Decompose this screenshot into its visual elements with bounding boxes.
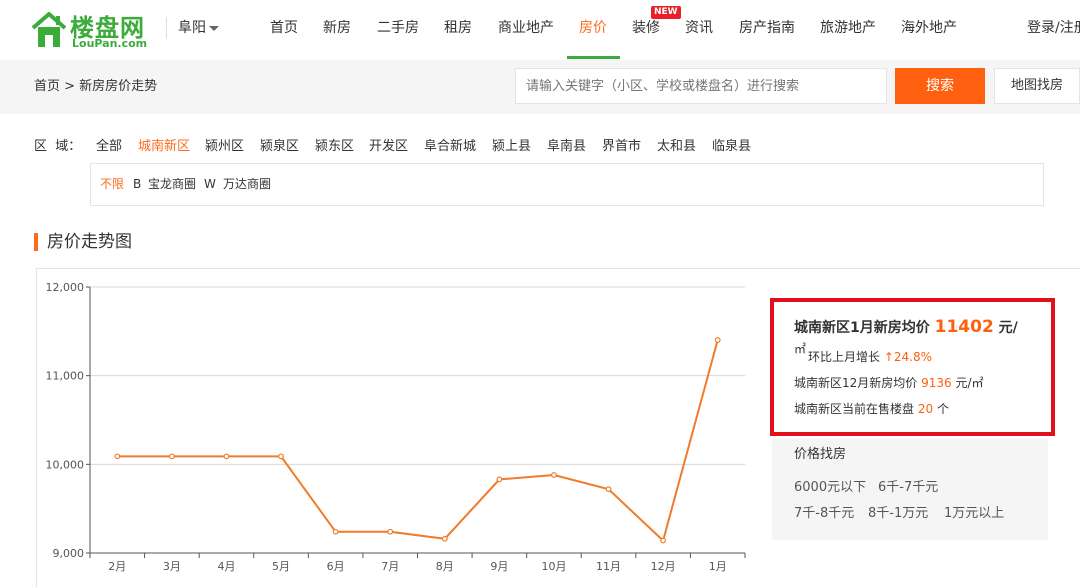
area-wanda[interactable]: 万达商圈 [223, 176, 271, 193]
search-button[interactable]: 搜索 [895, 68, 985, 104]
district-taihe[interactable]: 太和县 [657, 138, 696, 156]
city-selector[interactable]: 阜阳 [166, 17, 219, 39]
series-line [117, 339, 719, 543]
current-price-line: 城南新区1月新房均价 11402 元/ [794, 316, 1018, 339]
x-tick-label: 1月 [709, 560, 727, 573]
on-sale-unit: 个 [936, 402, 949, 416]
current-price-unit: 元/ [998, 320, 1018, 336]
current-price-label: 城南新区1月新房均价 [794, 320, 930, 336]
caret-down-icon [209, 25, 219, 31]
up-arrow-icon: ↑ [883, 350, 894, 364]
prev-price-unit: 元/㎡ [955, 376, 984, 390]
nav-overseas[interactable]: 海外地产 [901, 18, 957, 38]
current-price-sqm: ㎡ [794, 342, 807, 356]
section-title: 房价走势图 [47, 232, 132, 252]
map-search-button[interactable]: 地图找房 [994, 68, 1080, 104]
area-unlimited[interactable]: 不限 [100, 176, 124, 193]
nav-tourism[interactable]: 旅游地产 [820, 18, 876, 38]
site-logo[interactable]: 楼盘网 LouPan.com [30, 8, 160, 52]
data-point [496, 476, 503, 483]
nav-resale[interactable]: 二手房 [377, 18, 419, 38]
nav-guide[interactable]: 房产指南 [739, 18, 795, 38]
district-funan[interactable]: 阜南县 [547, 138, 586, 156]
data-point [223, 453, 230, 460]
district-fuhe[interactable]: 阜合新城 [424, 138, 476, 156]
site-header: 楼盘网 LouPan.com 阜阳 首页 新房 二手房 租房 商业地产 房价 装… [0, 0, 1080, 60]
y-tick-label: 12,000 [46, 281, 85, 294]
x-tick-label: 9月 [490, 560, 508, 573]
mom-change-line: 环比上月增长 ↑24.8% [808, 348, 932, 366]
prev-price-label: 城南新区12月新房均价 [794, 376, 918, 390]
nav-active-indicator [567, 56, 620, 59]
new-badge: NEW [651, 6, 681, 19]
filter-label: 区 域： [34, 139, 82, 154]
y-tick-label: 9,000 [53, 547, 85, 560]
nav-prices[interactable]: 房价 [579, 18, 607, 38]
house-icon [31, 12, 67, 47]
nav-news[interactable]: 资讯 [685, 18, 713, 38]
district-jieshou[interactable]: 界首市 [602, 138, 641, 156]
price-range-under-6000[interactable]: 6000元以下 [794, 479, 866, 497]
area-letter-w: W [204, 177, 216, 191]
on-sale-line: 城南新区当前在售楼盘 20 个 [794, 400, 949, 418]
nav-new-homes[interactable]: 新房 [323, 18, 351, 38]
data-point [551, 472, 557, 478]
nav-home[interactable]: 首页 [270, 18, 298, 38]
district-yingshang[interactable]: 颍上县 [492, 138, 531, 156]
city-name: 阜阳 [178, 20, 206, 36]
x-tick-label: 3月 [163, 560, 181, 573]
area-baolong[interactable]: 宝龙商圈 [148, 176, 196, 193]
mom-change-value: 24.8% [893, 350, 933, 364]
search-input[interactable] [515, 68, 887, 104]
x-tick-label: 7月 [381, 560, 399, 573]
logo-domain: LouPan.com [72, 37, 148, 50]
x-tick-label: 11月 [596, 560, 621, 573]
x-tick-label: 10月 [541, 560, 566, 573]
x-tick-label: 8月 [436, 560, 454, 573]
district-yingdong[interactable]: 颍东区 [315, 138, 354, 156]
x-tick-label: 2月 [108, 560, 126, 573]
data-point [278, 453, 284, 460]
data-point [605, 486, 612, 493]
price-range-6k-7k[interactable]: 6千-7千元 [878, 479, 938, 497]
data-point [714, 337, 721, 343]
price-trend-chart: 12,000 11,000 10,000 9,000 2月 3月 4月 5月 6月 7月 8月 9月 1… [46, 281, 746, 573]
y-tick-label: 10,000 [46, 458, 85, 471]
nav-rental[interactable]: 租房 [444, 18, 472, 38]
district-all[interactable]: 全部 [96, 138, 122, 156]
current-price-value: 11402 [934, 317, 994, 337]
data-point [168, 453, 175, 460]
on-sale-label: 城南新区当前在售楼盘 [794, 402, 915, 416]
price-range-7k-8k[interactable]: 7千-8千元 [794, 505, 854, 523]
x-tick-label: 6月 [327, 560, 345, 573]
on-sale-count: 20 [917, 402, 934, 416]
x-tick-label: 4月 [217, 560, 235, 573]
nav-commercial[interactable]: 商业地产 [498, 18, 554, 38]
data-point [387, 528, 394, 535]
district-chengnan[interactable]: 城南新区 [138, 138, 190, 156]
nav-decoration[interactable]: 装修 [632, 18, 660, 38]
price-range-8k-10k[interactable]: 8千-1万元 [868, 505, 928, 523]
data-point [114, 453, 121, 460]
data-point [441, 535, 448, 542]
login-link[interactable]: 登录/注册 [1027, 18, 1080, 38]
district-yingzhou[interactable]: 颍州区 [205, 138, 244, 156]
data-point [660, 537, 667, 544]
y-tick-label: 11,000 [46, 370, 85, 383]
mom-change-label: 环比上月增长 [808, 350, 881, 364]
x-tick-label: 12月 [651, 560, 676, 573]
x-tick-label: 5月 [272, 560, 290, 573]
district-kaifa[interactable]: 开发区 [369, 138, 408, 156]
prev-price-line: 城南新区12月新房均价 9136 元/㎡ [794, 374, 984, 392]
district-yingquan[interactable]: 颍泉区 [260, 138, 299, 156]
district-linquan[interactable]: 临泉县 [712, 138, 751, 156]
section-accent-bar [34, 233, 38, 251]
breadcrumb[interactable]: 首页 > 新房房价走势 [34, 78, 157, 96]
area-letter-b: B [133, 177, 142, 191]
price-search-title: 价格找房 [794, 447, 847, 462]
price-range-over-10k[interactable]: 1万元以上 [944, 505, 1004, 523]
data-point [332, 528, 339, 535]
prev-price-value: 9136 [921, 376, 952, 390]
